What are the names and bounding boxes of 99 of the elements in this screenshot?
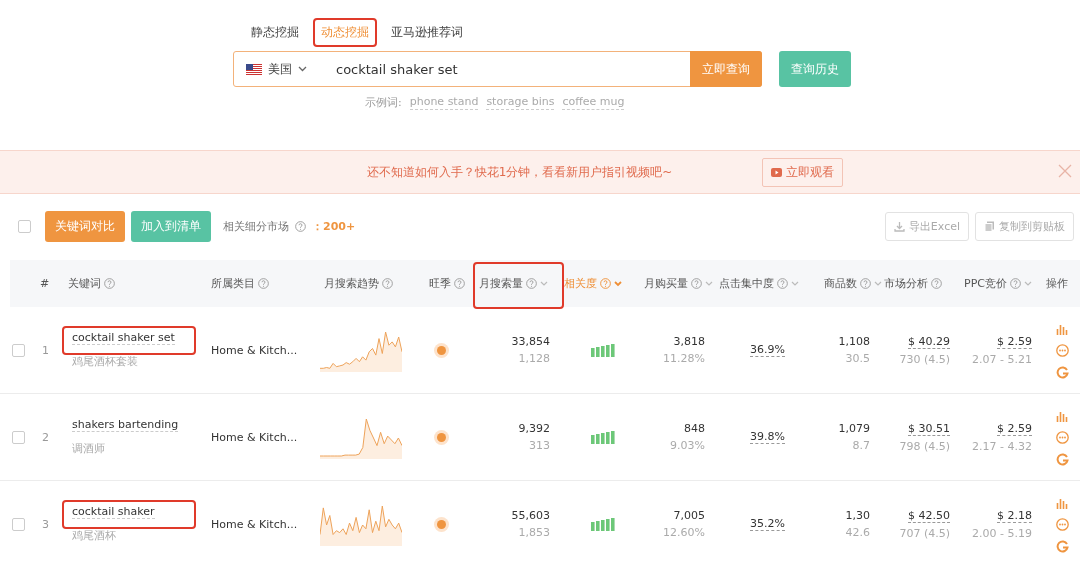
search-volume: 55,603 <box>511 509 550 522</box>
column-header[interactable]: 商品数 <box>824 276 857 291</box>
monthly-purchases: 3,818 <box>673 335 705 348</box>
more-icon[interactable] <box>1056 430 1069 444</box>
help-icon[interactable] <box>777 278 788 289</box>
column-header: 月搜索趋势 <box>324 276 379 291</box>
download-icon <box>893 220 905 232</box>
keyword-translation: 鸡尾酒杯套装 <box>72 354 139 369</box>
click-share: 35.2% <box>750 517 785 531</box>
help-icon[interactable] <box>295 220 306 232</box>
purchase-rate: 11.28% <box>663 352 705 365</box>
column-header: 关键词 <box>68 276 101 291</box>
help-icon[interactable] <box>931 278 942 289</box>
category-text: Home & Kitch... <box>211 343 299 357</box>
help-icon[interactable] <box>1009 278 1021 289</box>
help-icon[interactable] <box>860 278 871 289</box>
search-volume-sub: 1,128 <box>518 352 550 365</box>
help-icon[interactable] <box>104 278 115 289</box>
keyword-link[interactable]: shakers bartending <box>72 418 179 432</box>
help-icon[interactable] <box>382 278 393 289</box>
average-price: $ 40.29 <box>908 334 950 349</box>
purchase-rate: 12.60% <box>663 526 705 539</box>
sort-caret-icon[interactable] <box>540 280 548 287</box>
row-number: 1 <box>42 343 50 357</box>
copy-icon <box>984 220 995 232</box>
column-header: 所属类目 <box>211 276 255 291</box>
caret-icon <box>298 66 307 72</box>
click-share: 36.9% <box>750 343 785 357</box>
more-icon[interactable] <box>1056 517 1069 531</box>
column-header[interactable]: 月搜索量 <box>479 276 523 291</box>
row-number: 3 <box>42 517 50 531</box>
flag-icon <box>246 63 262 75</box>
search-field[interactable]: 美国 cocktail shaker set 立即查询 <box>233 51 762 87</box>
column-header: 旺季 <box>429 276 451 291</box>
column-header[interactable]: PPC竞价 <box>964 276 1007 291</box>
product-count: 1,30 <box>845 509 870 522</box>
search-volume-sub: 1,853 <box>518 526 550 539</box>
google-icon[interactable] <box>1056 452 1069 466</box>
row-checkbox[interactable] <box>12 343 25 357</box>
keyword-link[interactable]: cocktail shaker <box>72 505 155 519</box>
ppc-range: 2.07 - 5.21 <box>972 352 1032 366</box>
google-icon[interactable] <box>1056 539 1069 553</box>
related-markets-label: 相关细分市场 <box>223 218 289 234</box>
category-text: Home & Kitch... <box>211 430 299 444</box>
related-markets-count: ：200+ <box>312 218 356 234</box>
purchase-rate: 9.03% <box>670 439 705 452</box>
banner-text: 还不知道如何入手？快花1分钟，看看新用户指引视频吧~ <box>365 163 673 181</box>
ppc-bid: $ 2.18 <box>997 508 1032 523</box>
search-volume: 33,854 <box>511 335 550 348</box>
more-icon[interactable] <box>1056 343 1069 357</box>
row-checkbox[interactable] <box>12 517 25 531</box>
row-checkbox[interactable] <box>12 430 25 444</box>
search-volume: 9,392 <box>518 422 550 435</box>
product-count: 1,108 <box>838 335 870 348</box>
mode-tab[interactable]: 静态挖掘 <box>243 18 307 47</box>
ppc-range: 2.17 - 4.32 <box>972 439 1032 453</box>
review-summary: 730 (4.5) <box>899 352 950 366</box>
keyword-translation: 鸡尾酒杯 <box>72 528 117 543</box>
column-header: 操作 <box>1046 276 1068 291</box>
product-count-sub: 30.5 <box>845 352 870 365</box>
help-icon[interactable] <box>691 278 702 289</box>
help-icon[interactable] <box>526 278 537 289</box>
average-price: $ 42.50 <box>908 508 950 523</box>
sort-caret-icon[interactable] <box>1023 280 1032 287</box>
help-icon[interactable] <box>258 278 269 289</box>
sort-caret-icon[interactable] <box>791 280 799 287</box>
google-icon[interactable] <box>1056 365 1069 379</box>
monthly-purchases: 848 <box>684 422 705 435</box>
mode-tab[interactable]: 亚马逊推荐词 <box>383 18 471 47</box>
product-count-sub: 8.7 <box>852 439 870 452</box>
sort-caret-icon[interactable] <box>705 280 713 287</box>
search-volume-sub: 313 <box>529 439 550 452</box>
video-icon <box>771 167 783 177</box>
column-header: # <box>40 277 50 290</box>
close-icon[interactable] <box>1058 164 1072 178</box>
row-number: 2 <box>42 430 50 444</box>
column-header: 市场分析 <box>884 276 928 291</box>
column-header[interactable]: 月购买量 <box>644 276 688 291</box>
sort-caret-icon[interactable] <box>614 280 622 287</box>
help-icon[interactable] <box>454 278 465 289</box>
monthly-purchases: 7,005 <box>673 509 705 522</box>
examples-label: 示例词: <box>365 95 402 110</box>
category-text: Home & Kitch... <box>211 517 299 531</box>
review-summary: 707 (4.5) <box>899 526 950 540</box>
ppc-range: 2.00 - 5.19 <box>972 526 1032 540</box>
product-count: 1,079 <box>838 422 870 435</box>
average-price: $ 30.51 <box>908 421 950 436</box>
product-count-sub: 42.6 <box>845 526 870 539</box>
click-share: 39.8% <box>750 430 785 444</box>
select-all-checkbox[interactable] <box>18 219 31 233</box>
column-header[interactable]: 点击集中度 <box>719 276 774 291</box>
ppc-bid: $ 2.59 <box>997 334 1032 349</box>
help-icon[interactable] <box>600 278 611 289</box>
country-select[interactable]: 美国 <box>234 60 328 78</box>
keyword-link[interactable]: cocktail shaker set <box>72 331 175 345</box>
ppc-bid: $ 2.59 <box>997 421 1032 436</box>
keyword-translation: 调酒师 <box>72 441 106 456</box>
review-summary: 798 (4.5) <box>899 439 950 453</box>
sort-caret-icon[interactable] <box>874 280 882 287</box>
